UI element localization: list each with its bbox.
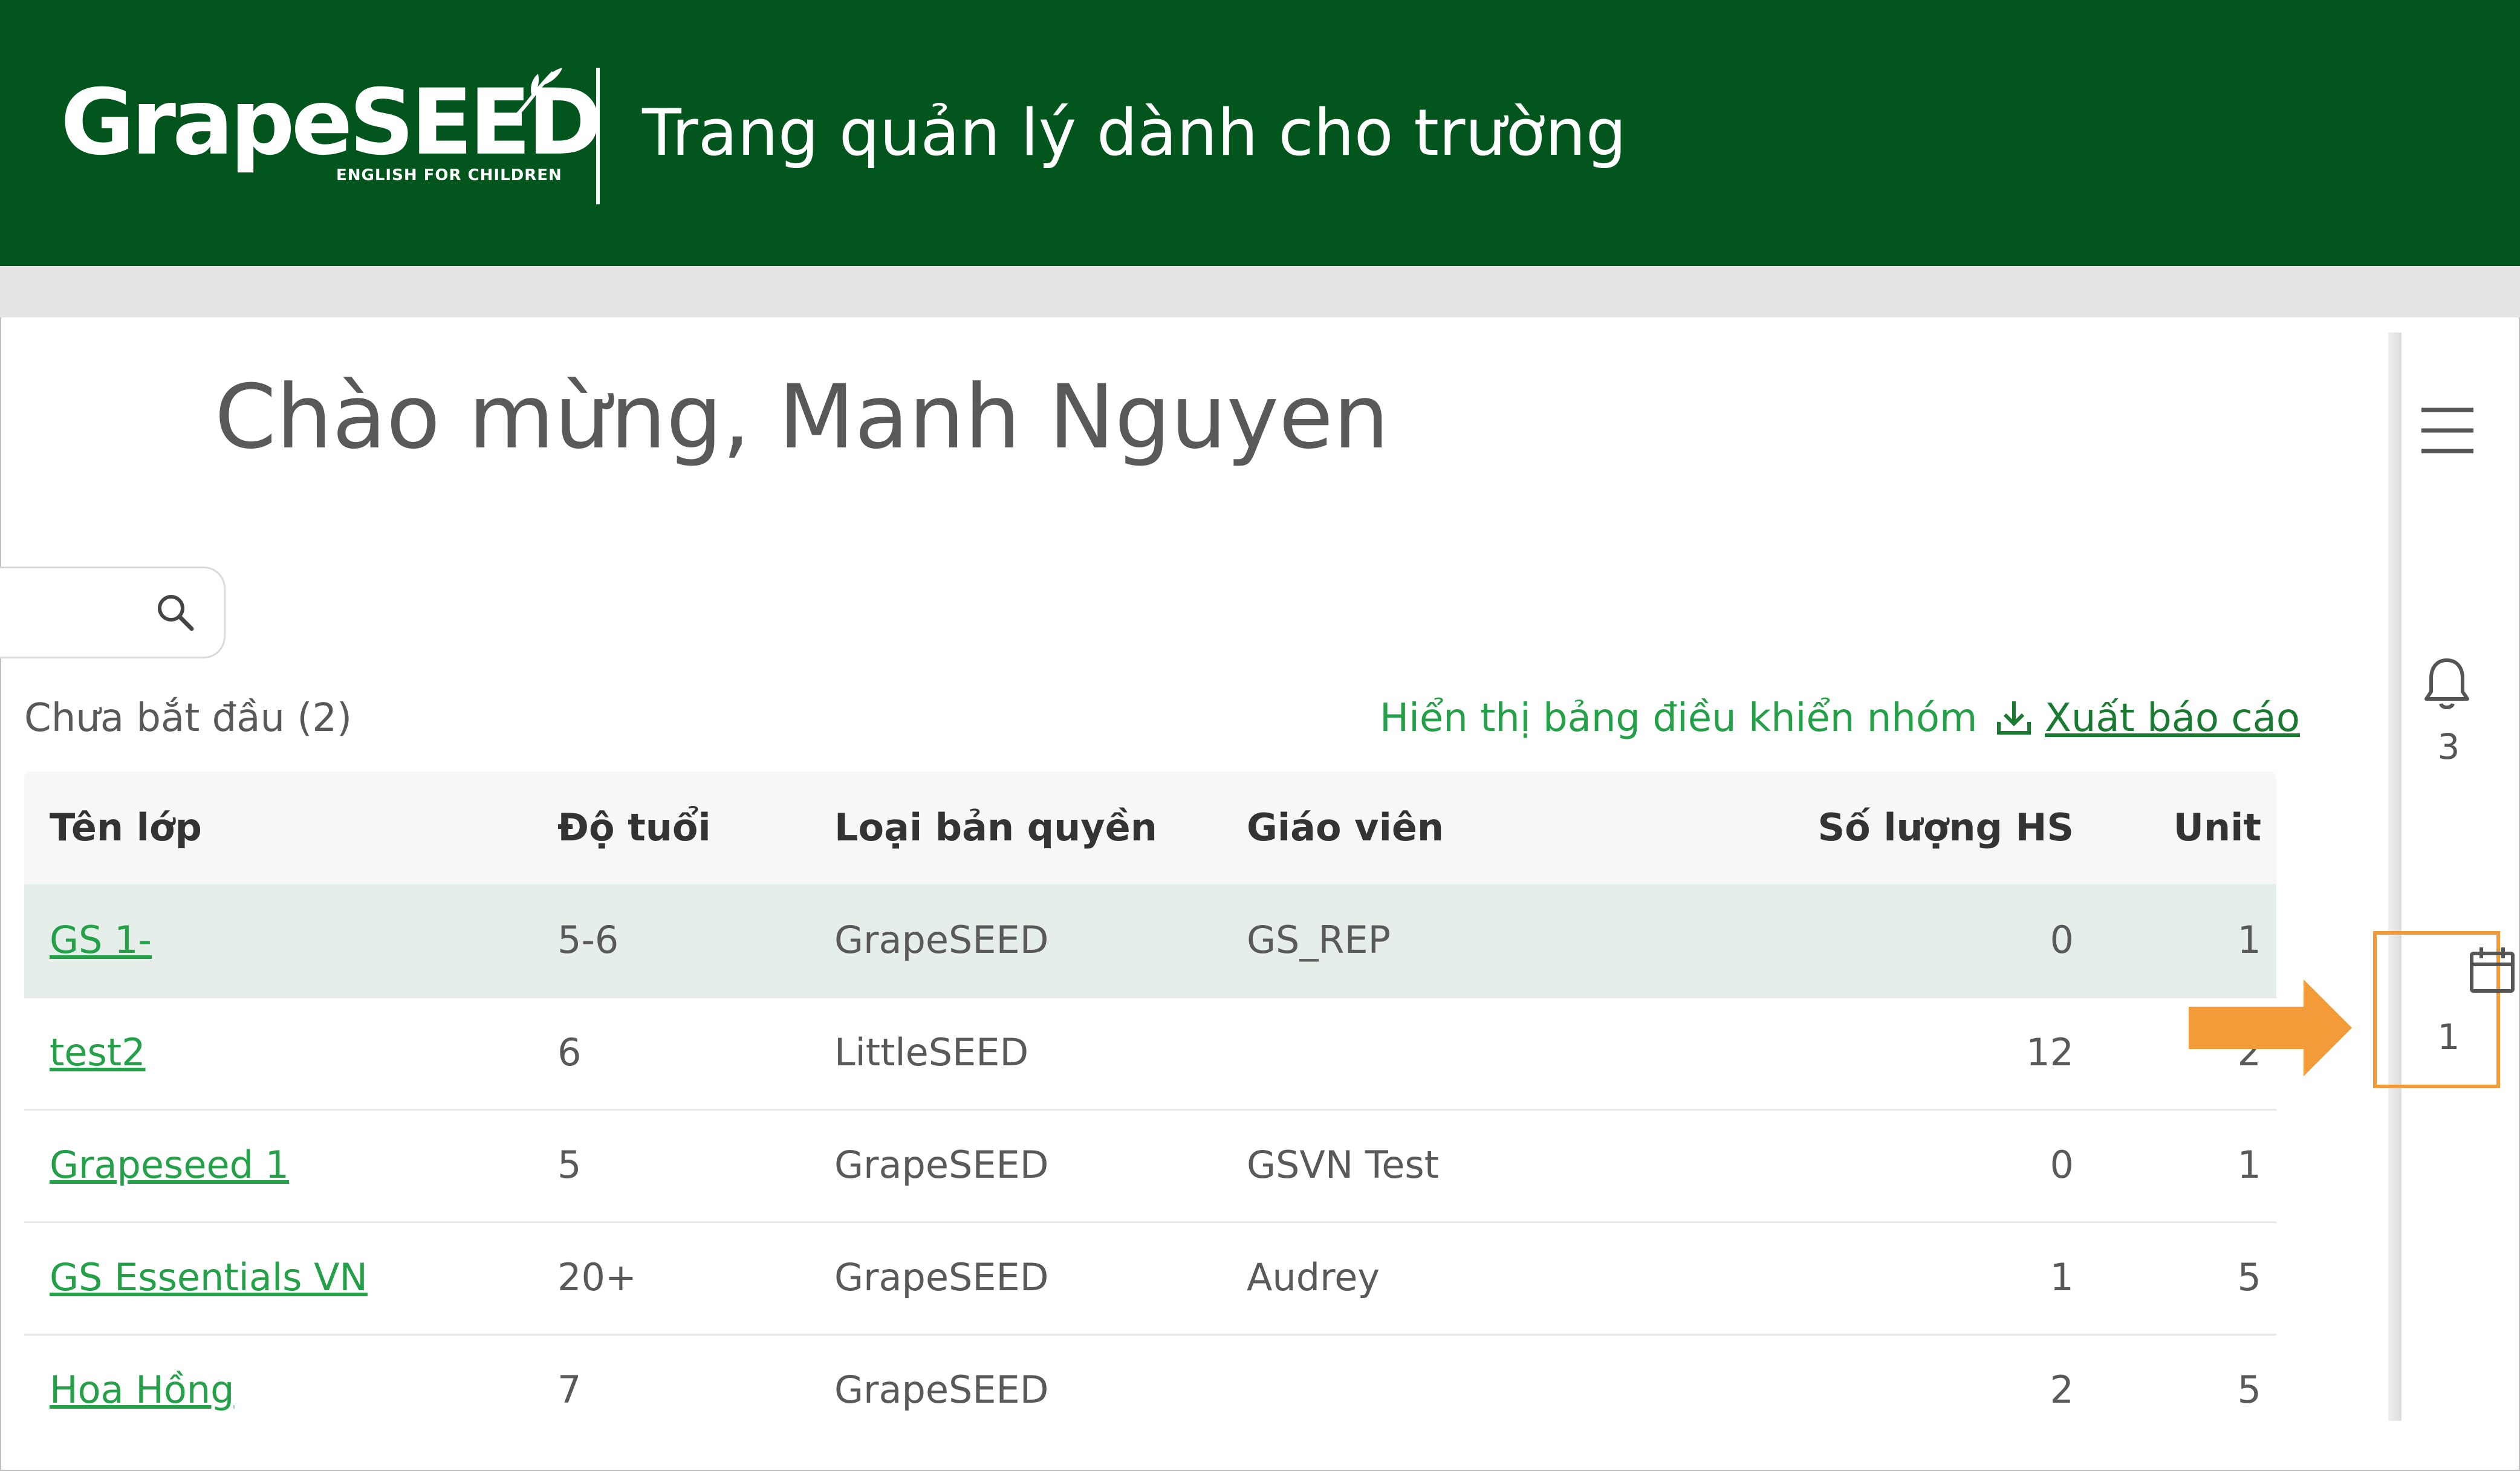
class-name-link[interactable]: test2 [50, 996, 146, 1109]
menu-icon[interactable] [2420, 406, 2475, 455]
column-header-license[interactable]: Loại bản quyền [834, 771, 1157, 884]
calendar-count: 1 [2437, 1016, 2460, 1057]
students-cell: 0 [2050, 1143, 2074, 1187]
students-cell: 1 [2050, 1255, 2074, 1299]
column-header-age[interactable]: Độ tuổi [557, 771, 711, 884]
column-header-teacher[interactable]: Giáo viên [1247, 771, 1444, 884]
show-group-dashboard-link[interactable]: Hiển thị bảng điều khiển nhóm [1380, 694, 1977, 742]
logo-tagline: ENGLISH FOR CHILDREN [336, 166, 562, 184]
teacher-cell: Audrey [1247, 1255, 1380, 1299]
teacher-cell: GSVN Test [1247, 1143, 1439, 1187]
age-cell: 5-6 [557, 918, 619, 962]
welcome-heading: Chào mừng, Manh Nguyen [215, 366, 1389, 469]
column-header-unit[interactable]: Unit [2110, 771, 2261, 884]
age-cell: 6 [557, 1030, 582, 1074]
students-cell: 12 [2026, 1030, 2074, 1074]
app-header: GrapeSEED ENGLISH FOR CHILDREN Trang quả… [0, 0, 2520, 266]
license-cell: GrapeSEED [834, 1368, 1049, 1412]
license-cell: GrapeSEED [834, 1255, 1049, 1299]
license-cell: GrapeSEED [834, 918, 1049, 962]
logo-leaf-icon [515, 68, 562, 117]
calendar-icon[interactable] [2468, 946, 2516, 995]
search-icon[interactable] [154, 591, 196, 634]
search-input[interactable] [0, 567, 226, 658]
table-header: Tên lớp Độ tuổi Loại bản quyền Giáo viên… [24, 771, 2276, 884]
unit-cell: 1 [2237, 1143, 2261, 1187]
table-row[interactable]: Grapeseed 1 5 GrapeSEED GSVN Test 0 1 [24, 1109, 2276, 1223]
students-cell: 0 [2050, 918, 2074, 962]
class-name-link[interactable]: Grapeseed 1 [50, 1109, 289, 1221]
age-cell: 7 [557, 1368, 582, 1412]
column-header-students[interactable]: Số lượng HS [1657, 771, 2074, 884]
arrow-right-icon [2189, 979, 2352, 1076]
sidebar-divider [2388, 333, 2401, 1421]
unit-cell: 5 [2237, 1255, 2261, 1299]
page-title: Trang quản lý dành cho trường [642, 96, 1626, 170]
header-separator [0, 266, 2520, 317]
table-row[interactable]: GS Essentials VN 20+ GrapeSEED Audrey 1 … [24, 1221, 2276, 1336]
license-cell: LittleSEED [834, 1030, 1029, 1074]
status-filter-label: Chưa bắt đầu (2) [24, 696, 352, 741]
bell-icon[interactable] [2423, 657, 2471, 711]
table-row[interactable]: Hoa Hồng 7 GrapeSEED 2 5 [24, 1334, 2276, 1446]
teacher-cell: GS_REP [1247, 918, 1391, 962]
notification-count: 3 [2437, 726, 2460, 767]
class-name-link[interactable]: Hoa Hồng [50, 1334, 234, 1446]
license-cell: GrapeSEED [834, 1143, 1049, 1187]
students-cell: 2 [2050, 1368, 2074, 1412]
class-name-link[interactable]: GS Essentials VN [50, 1221, 368, 1334]
age-cell: 20+ [557, 1255, 637, 1299]
class-name-link[interactable]: GS 1- [50, 884, 152, 996]
table-row[interactable]: test2 6 LittleSEED 12 2 [24, 996, 2276, 1111]
header-divider [596, 68, 600, 204]
column-header-class-name[interactable]: Tên lớp [50, 771, 202, 884]
grapeseed-logo[interactable]: GrapeSEED ENGLISH FOR CHILDREN [60, 67, 603, 190]
download-icon [1997, 701, 2031, 735]
unit-cell: 5 [2237, 1368, 2261, 1412]
table-row[interactable]: GS 1- 5-6 GrapeSEED GS_REP 0 1 [24, 884, 2276, 998]
export-report-label: Xuất báo cáo [2045, 696, 2300, 741]
age-cell: 5 [557, 1143, 582, 1187]
